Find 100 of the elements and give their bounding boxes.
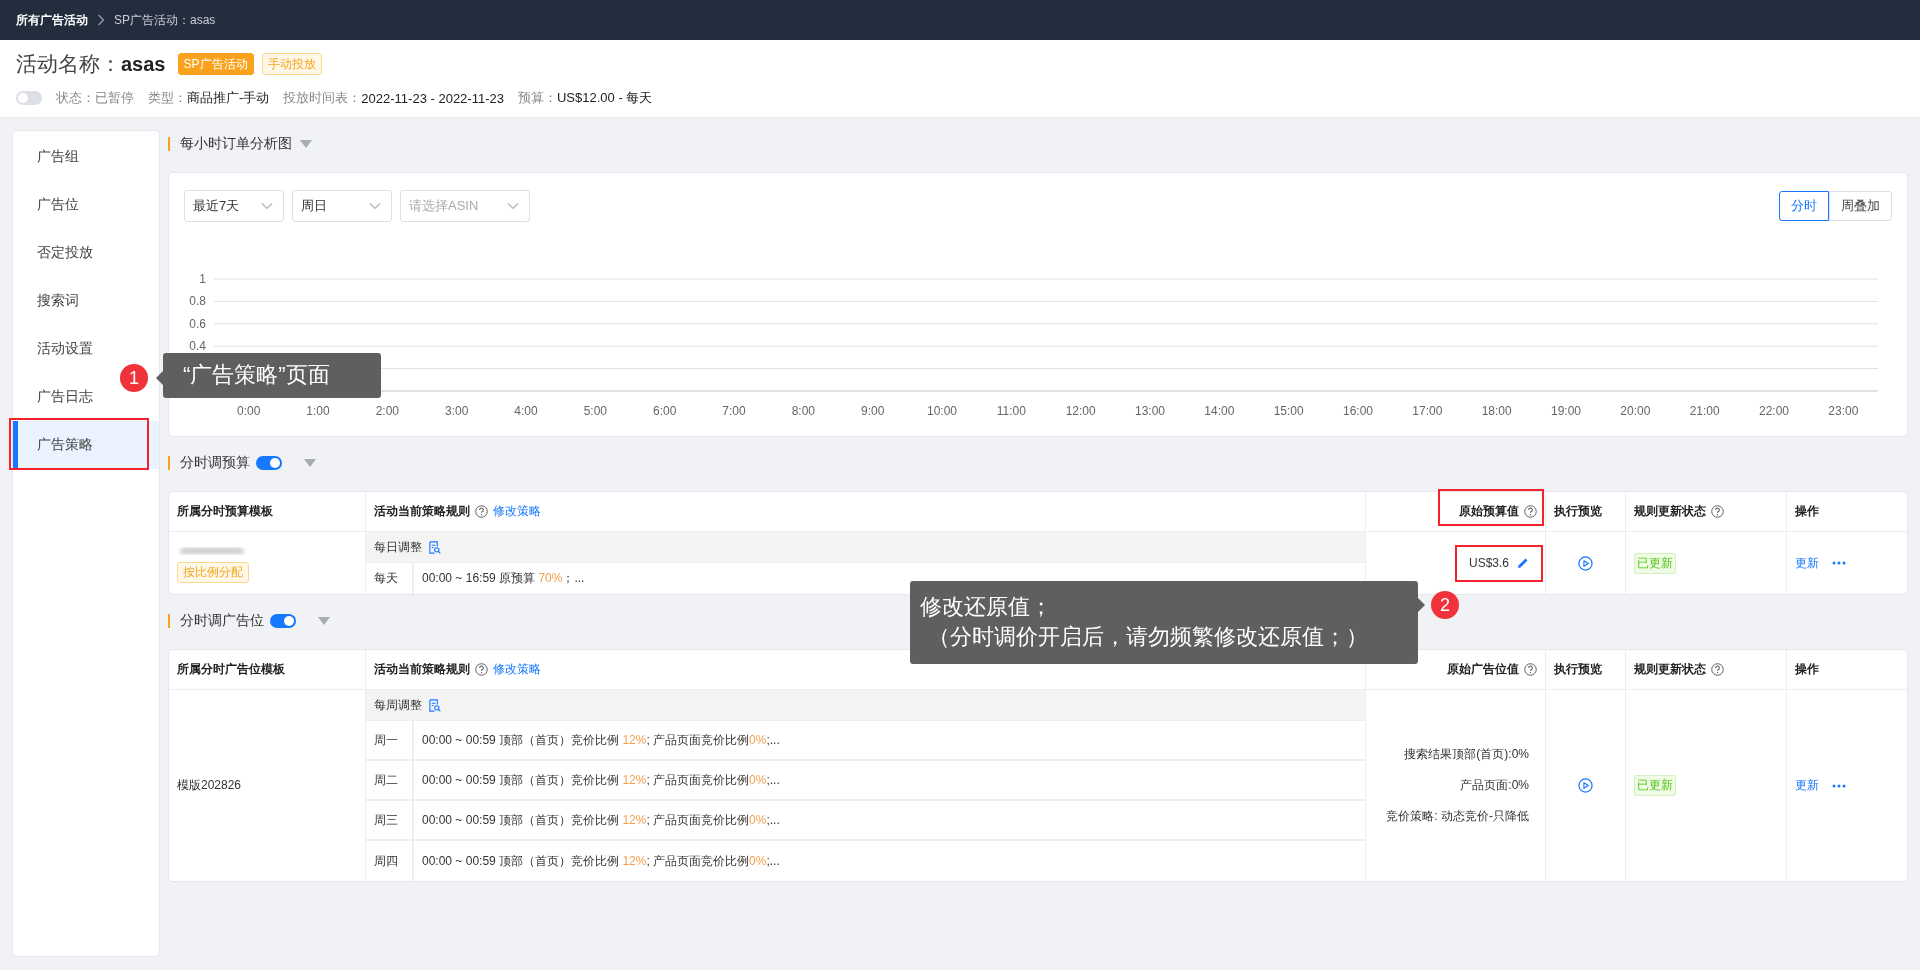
rule-text: 00:00 ~ 00:59 顶部（首页）竞价比例 12%; 产品页面竞价比例0%;... — [422, 852, 780, 870]
column-header: 执行预览 — [1554, 661, 1602, 678]
axis-label: 22:00 — [1759, 404, 1789, 418]
campaign-tag: SP广告活动 — [177, 53, 254, 75]
axis-label: 12:00 — [1065, 404, 1096, 418]
axis-label: 16:00 — [1343, 404, 1373, 418]
meta-label: 类型： — [148, 89, 187, 107]
axis-label: 18:00 — [1481, 404, 1512, 418]
day-label: 周一 — [366, 721, 414, 759]
meta-value: 商品推广-手动 — [187, 89, 270, 107]
status-value: 已暂停 — [95, 89, 134, 107]
help-icon — [1711, 663, 1724, 676]
meta-value: US$12.00 - 每天 — [556, 89, 653, 107]
sidebar-item[interactable]: 否定投放 — [29, 238, 101, 268]
toggle-switch[interactable] — [270, 614, 296, 628]
day-label: 周二 — [366, 761, 414, 799]
column-header: 规则更新状态 — [1634, 661, 1706, 678]
more-icon[interactable] — [1832, 561, 1846, 565]
play-icon[interactable] — [1578, 555, 1593, 571]
rule-text: 00:00 ~ 16:59 原预算 70%；... — [422, 570, 585, 587]
axis-label: 11:00 — [996, 404, 1026, 418]
campaign-tag: 手动投放 — [261, 53, 322, 75]
sidebar-item[interactable]: 广告位 — [29, 190, 87, 220]
axis-label: 14:00 — [1204, 404, 1235, 418]
sidebar-item[interactable]: 搜索词 — [29, 286, 87, 316]
pencil-icon[interactable] — [1517, 556, 1529, 569]
caret-icon[interactable] — [304, 459, 316, 467]
allocation-tag: 按比例分配 — [177, 561, 249, 583]
meta-value: 2022-11-23 - 2022-11-23 — [361, 90, 504, 106]
axis-label: 8:00 — [791, 404, 815, 418]
view-tab[interactable]: 周叠加 — [1829, 191, 1892, 221]
original-value: 竞价策略: 动态竞价-只降低 — [1386, 807, 1529, 825]
document-search-icon[interactable] — [428, 698, 441, 712]
axis-label: 0.8 — [189, 294, 206, 309]
chevron-down-icon — [507, 202, 519, 210]
axis-label: 15:00 — [1273, 404, 1304, 418]
edit-link[interactable]: 修改策略 — [493, 661, 541, 678]
chevron-down-icon — [369, 202, 381, 210]
axis-label: 2:00 — [375, 404, 399, 418]
axis-label: 23:00 — [1828, 404, 1859, 418]
sidebar-item[interactable]: 广告组 — [29, 142, 87, 172]
axis-label: 20:00 — [1620, 404, 1651, 418]
chevron-right-icon — [97, 14, 105, 26]
column-header: 规则更新状态 — [1634, 503, 1706, 520]
toggle-switch[interactable] — [256, 456, 282, 470]
help-icon — [475, 505, 488, 518]
help-icon — [1524, 663, 1537, 676]
update-link[interactable]: 更新 — [1795, 777, 1819, 794]
campaign-name: asas — [121, 52, 166, 76]
help-icon — [475, 663, 488, 676]
column-header: 原始预算值 — [1459, 503, 1519, 520]
view-tab[interactable]: 分时 — [1779, 191, 1829, 221]
rule-text: 00:00 ~ 00:59 顶部（首页）竞价比例 12%; 产品页面竞价比例0%;... — [422, 771, 780, 789]
section-title: 分时调预算 — [180, 454, 250, 472]
day-label: 每天 — [366, 563, 414, 594]
dropdown[interactable]: 最近7天 — [184, 190, 284, 222]
column-header: 活动当前策略规则 — [374, 503, 470, 520]
caret-icon[interactable] — [318, 617, 330, 625]
axis-label: 9:00 — [861, 404, 885, 418]
help-icon — [1711, 505, 1724, 518]
help-icon — [1524, 505, 1537, 518]
axis-label: 1 — [199, 272, 206, 286]
step-number: 2 — [1431, 591, 1459, 619]
status-tag: 已更新 — [1634, 775, 1676, 796]
meta-label: 预算： — [517, 89, 557, 107]
column-header: 所属分时预算模板 — [177, 503, 273, 520]
axis-label: 1:00 — [306, 404, 330, 418]
breadcrumb-link[interactable]: 所有广告活动 — [16, 11, 88, 29]
axis-label: 6:00 — [653, 404, 677, 418]
dropdown[interactable]: 周日 — [292, 190, 392, 222]
sidebar-item[interactable]: 广告日志 — [29, 382, 101, 412]
callout-text: （分时调价开启后，请勿频繁修改还原值；） — [927, 623, 1369, 651]
chevron-down-icon — [261, 202, 273, 210]
play-icon[interactable] — [1578, 778, 1593, 793]
document-search-icon[interactable] — [428, 540, 441, 554]
accent-bar — [168, 456, 170, 470]
section-title: 分时调广告位 — [180, 612, 264, 630]
more-icon[interactable] — [1832, 783, 1846, 788]
column-header: 原始广告位值 — [1447, 661, 1519, 678]
rule-text: 00:00 ~ 00:59 顶部（首页）竞价比例 12%; 产品页面竞价比例0%;... — [422, 811, 780, 829]
schedule-title: 每周调整 — [374, 696, 422, 714]
accent-bar — [168, 137, 170, 151]
day-label: 周三 — [366, 801, 414, 839]
callout-text: 修改还原值； — [920, 593, 1053, 621]
axis-label: 3:00 — [445, 404, 469, 418]
caret-icon[interactable] — [300, 140, 312, 148]
callout-text: “广告策略”页面 — [183, 361, 331, 389]
toggle-switch[interactable] — [16, 91, 42, 105]
axis-label: 0.4 — [189, 339, 206, 354]
axis-label: 7:00 — [722, 404, 746, 418]
column-header: 操作 — [1795, 661, 1819, 678]
update-link[interactable]: 更新 — [1795, 554, 1819, 572]
original-value: 搜索结果顶部(首页):0% — [1404, 745, 1529, 763]
column-header: 所属分时广告位模板 — [177, 661, 285, 678]
edit-link[interactable]: 修改策略 — [493, 503, 541, 520]
day-label: 周四 — [366, 841, 414, 881]
sidebar-item[interactable]: 活动设置 — [29, 334, 101, 364]
axis-label: 0.6 — [189, 316, 206, 331]
rule-text: 00:00 ~ 00:59 顶部（首页）竞价比例 12%; 产品页面竞价比例0%;... — [422, 731, 780, 749]
axis-label: 10:00 — [927, 404, 957, 418]
